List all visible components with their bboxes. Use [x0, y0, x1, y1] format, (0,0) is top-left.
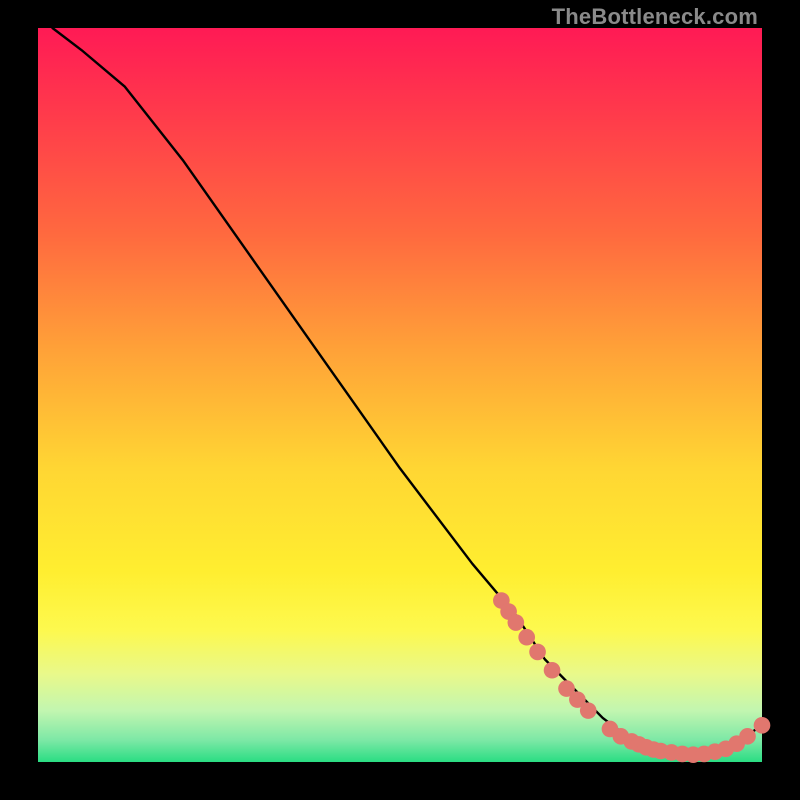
chart-area — [38, 28, 762, 762]
marker-group — [493, 592, 770, 763]
marker-dot — [518, 629, 535, 646]
marker-dot — [754, 717, 771, 734]
marker-dot — [739, 728, 756, 745]
marker-dot — [580, 702, 597, 719]
marker-dot — [529, 644, 546, 661]
bottleneck-curve — [52, 28, 762, 755]
marker-dot — [508, 614, 525, 631]
chart-svg — [38, 28, 762, 762]
marker-dot — [544, 662, 561, 679]
watermark-label: TheBottleneck.com — [552, 4, 758, 30]
